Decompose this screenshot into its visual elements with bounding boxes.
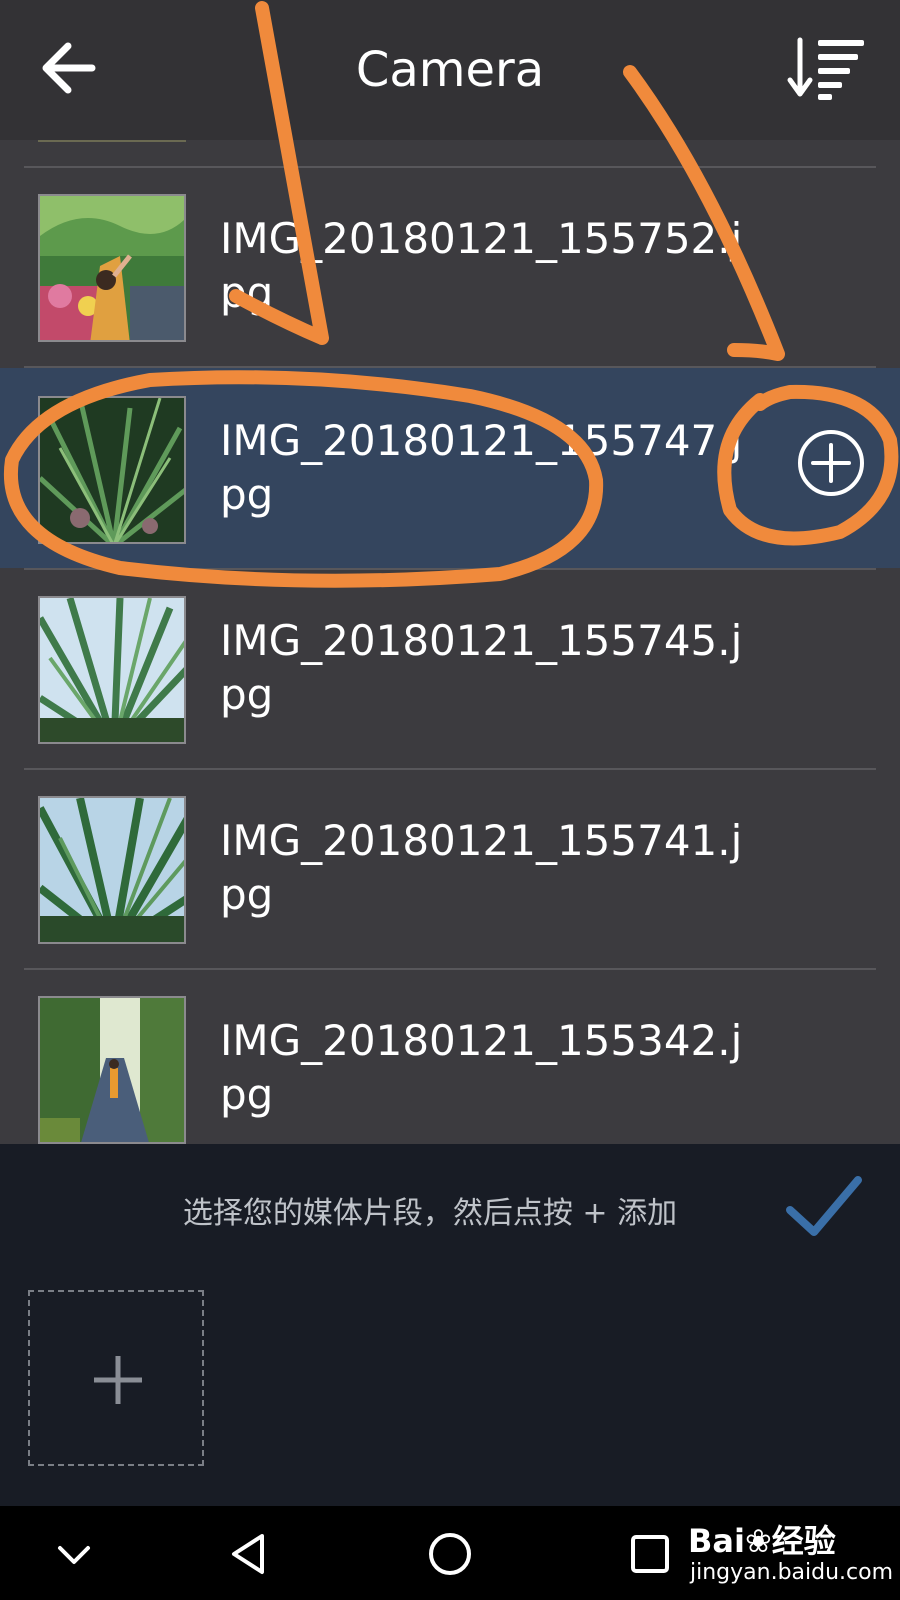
thumbnail xyxy=(38,396,186,544)
selection-panel: 选择您的媒体片段，然后点按 + 添加 xyxy=(0,1144,900,1506)
file-row-selected[interactable]: IMG_20180121_155747.jpg xyxy=(0,368,900,568)
confirm-button[interactable] xyxy=(786,1174,862,1242)
nav-back-button[interactable] xyxy=(222,1526,278,1582)
recents-square-icon xyxy=(631,1535,669,1573)
add-button[interactable] xyxy=(796,428,866,498)
checkmark-icon xyxy=(786,1176,862,1236)
nav-recents-button[interactable] xyxy=(622,1526,678,1582)
file-name: IMG_20180121_155745.jpg xyxy=(220,616,743,719)
home-circle-icon xyxy=(429,1533,471,1575)
add-media-slot[interactable] xyxy=(28,1290,204,1466)
file-row[interactable]: IMG_20180121_155342.jpg xyxy=(0,968,900,1144)
baidu-watermark: Bai❀经验 jingyan.baidu.com xyxy=(688,1512,893,1596)
partial-thumbnail xyxy=(38,140,186,142)
thumbnail xyxy=(38,596,186,744)
thumbnail xyxy=(38,996,186,1144)
sort-descending-icon xyxy=(787,37,864,100)
watermark-url: jingyan.baidu.com xyxy=(690,1560,894,1585)
thumbnail xyxy=(38,194,186,342)
chevron-down-icon xyxy=(58,1546,90,1564)
page-title: Camera xyxy=(355,42,545,98)
file-row[interactable]: IMG_20180121_155745.jpg xyxy=(0,568,900,768)
file-list[interactable]: IMG_20180121_155752.jpg IMG_20180121_155… xyxy=(0,140,900,1144)
plus-icon xyxy=(94,1356,142,1404)
nav-home-button[interactable] xyxy=(422,1526,478,1582)
hide-keyboard-button[interactable] xyxy=(46,1526,102,1582)
sort-button[interactable] xyxy=(786,32,870,108)
file-name: IMG_20180121_155741.jpg xyxy=(220,816,743,919)
file-name: IMG_20180121_155747.jpg xyxy=(220,416,743,519)
thumbnail xyxy=(38,796,186,944)
file-row[interactable]: IMG_20180121_155752.jpg xyxy=(0,166,900,366)
file-name: IMG_20180121_155342.jpg xyxy=(220,1016,743,1119)
system-nav-bar: Bai❀经验 jingyan.baidu.com xyxy=(0,1506,900,1600)
watermark-logo: Bai❀经验 xyxy=(688,1522,836,1560)
app-header: Camera xyxy=(0,0,900,140)
file-name: IMG_20180121_155752.jpg xyxy=(220,214,743,317)
plus-circle-icon xyxy=(798,430,864,496)
file-row[interactable]: IMG_20180121_155741.jpg xyxy=(0,768,900,968)
back-triangle-icon xyxy=(232,1534,264,1574)
instruction-text: 选择您的媒体片段，然后点按 + 添加 xyxy=(182,1196,678,1231)
